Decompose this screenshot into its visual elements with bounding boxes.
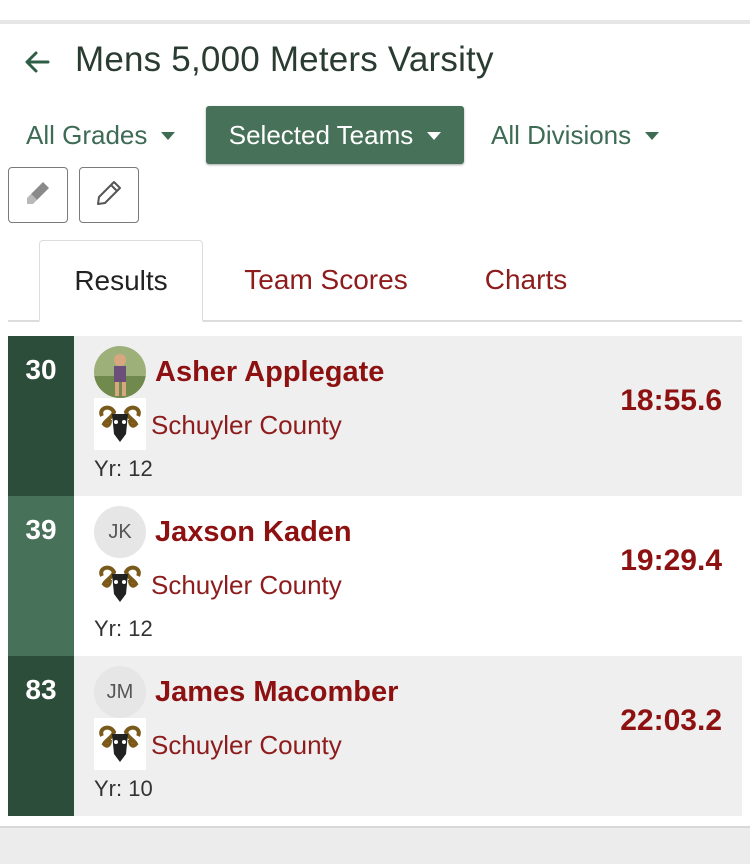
pencil-icon bbox=[94, 178, 124, 213]
ram-logo-icon bbox=[94, 718, 146, 770]
tab-bar: Results Team Scores Charts bbox=[8, 240, 742, 322]
result-row[interactable]: 30 Asher Applegate Schuyler County Yr: 1… bbox=[8, 336, 742, 496]
finish-time: 19:29.4 bbox=[620, 544, 722, 577]
place-badge: 83 bbox=[8, 656, 74, 816]
grades-dropdown-label: All Grades bbox=[26, 119, 148, 150]
athlete-year: Yr: 12 bbox=[94, 456, 153, 481]
athlete-year: Yr: 10 bbox=[94, 776, 153, 801]
result-row[interactable]: 39 JK Jaxson Kaden Schuyler County Yr: 1… bbox=[8, 496, 742, 656]
tab-results[interactable]: Results bbox=[39, 240, 203, 322]
athlete-name-link[interactable]: Asher Applegate bbox=[155, 356, 384, 389]
place-badge: 30 bbox=[8, 336, 74, 496]
caret-down-icon bbox=[645, 132, 660, 140]
athlete-year: Yr: 12 bbox=[94, 616, 153, 641]
teams-dropdown[interactable]: Selected Teams bbox=[206, 106, 464, 164]
grades-dropdown[interactable]: All Grades bbox=[26, 106, 176, 164]
teams-dropdown-label: Selected Teams bbox=[228, 119, 414, 150]
divisions-dropdown[interactable]: All Divisions bbox=[491, 106, 660, 164]
edit-button[interactable] bbox=[79, 167, 139, 223]
header: Mens 5,000 Meters Varsity bbox=[0, 36, 750, 96]
ram-logo-icon bbox=[94, 398, 146, 450]
results-list: 30 Asher Applegate Schuyler County Yr: 1… bbox=[8, 336, 742, 816]
result-row[interactable]: 83 JM James Macomber Schuyler County Yr:… bbox=[8, 656, 742, 816]
top-divider bbox=[0, 0, 750, 24]
athlete-name-link[interactable]: James Macomber bbox=[155, 676, 398, 709]
avatar: JM bbox=[94, 666, 146, 718]
place-badge: 39 bbox=[8, 496, 74, 656]
divisions-dropdown-label: All Divisions bbox=[491, 119, 632, 150]
team-name-link[interactable]: Schuyler County bbox=[151, 570, 342, 601]
team-name-link[interactable]: Schuyler County bbox=[151, 410, 342, 441]
team-name-link[interactable]: Schuyler County bbox=[151, 730, 342, 761]
caret-down-icon bbox=[427, 132, 442, 140]
bottom-bar bbox=[0, 826, 750, 864]
finish-time: 22:03.2 bbox=[620, 704, 722, 737]
athlete-photo bbox=[94, 346, 146, 398]
filter-bar: All Grades Selected Teams All Divisions bbox=[0, 106, 750, 166]
finish-time: 18:55.6 bbox=[620, 384, 722, 417]
athlete-name-link[interactable]: Jaxson Kaden bbox=[155, 516, 352, 549]
avatar: JK bbox=[94, 506, 146, 558]
tab-team-scores[interactable]: Team Scores bbox=[228, 240, 424, 320]
caret-down-icon bbox=[161, 132, 176, 140]
highlighter-icon bbox=[23, 178, 53, 213]
ram-logo-icon bbox=[94, 558, 146, 610]
back-arrow-icon[interactable] bbox=[20, 44, 56, 80]
highlight-button[interactable] bbox=[8, 167, 68, 223]
tab-charts[interactable]: Charts bbox=[468, 240, 584, 320]
page-title: Mens 5,000 Meters Varsity bbox=[75, 40, 494, 79]
